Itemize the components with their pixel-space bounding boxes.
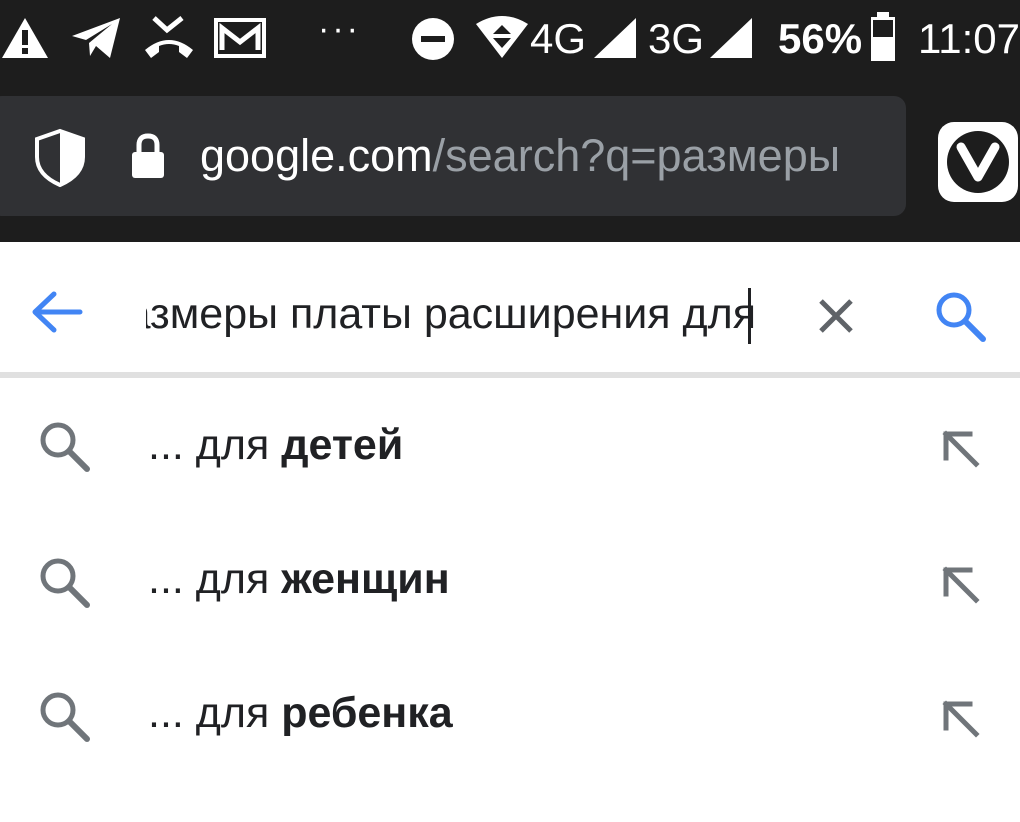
url-text[interactable]: google.com/search?q=размеры: [200, 131, 876, 181]
signal-icon: [710, 18, 752, 58]
vivaldi-menu-button[interactable]: [938, 122, 1018, 202]
suggestion-completion: женщин: [281, 555, 450, 603]
battery-icon: [871, 12, 895, 61]
suggestion-prefix: ... для: [148, 421, 282, 469]
network-4g-label: 4G: [530, 15, 587, 62]
do-not-disturb-icon: [412, 18, 454, 60]
suggestion-prefix: ... для: [148, 555, 282, 603]
clear-icon[interactable]: [816, 296, 856, 336]
vivaldi-icon: [947, 131, 1009, 193]
text-cursor: [748, 288, 751, 344]
search-input[interactable]: [146, 284, 756, 344]
search-icon[interactable]: [932, 288, 988, 344]
address-bar[interactable]: google.com/search?q=размеры: [0, 96, 906, 216]
mail-icon: [214, 18, 266, 58]
suggestion-item[interactable]: ... для ребенка: [0, 646, 1020, 780]
signal-icon: [594, 18, 636, 58]
suggestion-completion: ребенка: [281, 689, 453, 737]
back-arrow-icon[interactable]: [30, 290, 84, 334]
network-3g-label: 3G: [648, 15, 705, 62]
search-icon: [40, 692, 90, 742]
search-row: [0, 242, 1020, 372]
battery-percentage: 56%: [778, 15, 863, 62]
url-path: /search?q=размеры: [432, 131, 841, 181]
more-notifications-indicator: ···: [318, 10, 361, 48]
lock-icon: [132, 133, 164, 178]
search-icon: [40, 558, 90, 608]
suggestion-item[interactable]: ... для детей: [0, 378, 1020, 512]
shield-icon[interactable]: [34, 128, 86, 188]
warning-icon: [2, 18, 48, 58]
arrow-up-left-icon[interactable]: [938, 696, 982, 740]
suggestion-text: ... для женщин: [148, 552, 450, 606]
search-icon: [40, 422, 90, 472]
suggestion-completion: детей: [281, 421, 404, 469]
suggestion-text: ... для ребенка: [148, 686, 453, 740]
status-bar: ··· 4G 3G 56% 11:07: [0, 0, 1020, 78]
arrow-up-left-icon[interactable]: [938, 562, 982, 606]
wifi-icon: [476, 16, 528, 58]
missed-call-icon: [145, 16, 193, 58]
suggestion-prefix: ... для: [148, 689, 282, 737]
browser-toolbar: google.com/search?q=размеры: [0, 78, 1020, 242]
arrow-up-left-icon[interactable]: [938, 426, 982, 470]
suggestion-text: ... для детей: [148, 418, 403, 472]
suggestion-item[interactable]: ... для женщин: [0, 512, 1020, 646]
clock: 11:07: [918, 15, 1020, 62]
url-host: google.com: [200, 131, 433, 181]
telegram-icon: [72, 18, 120, 58]
